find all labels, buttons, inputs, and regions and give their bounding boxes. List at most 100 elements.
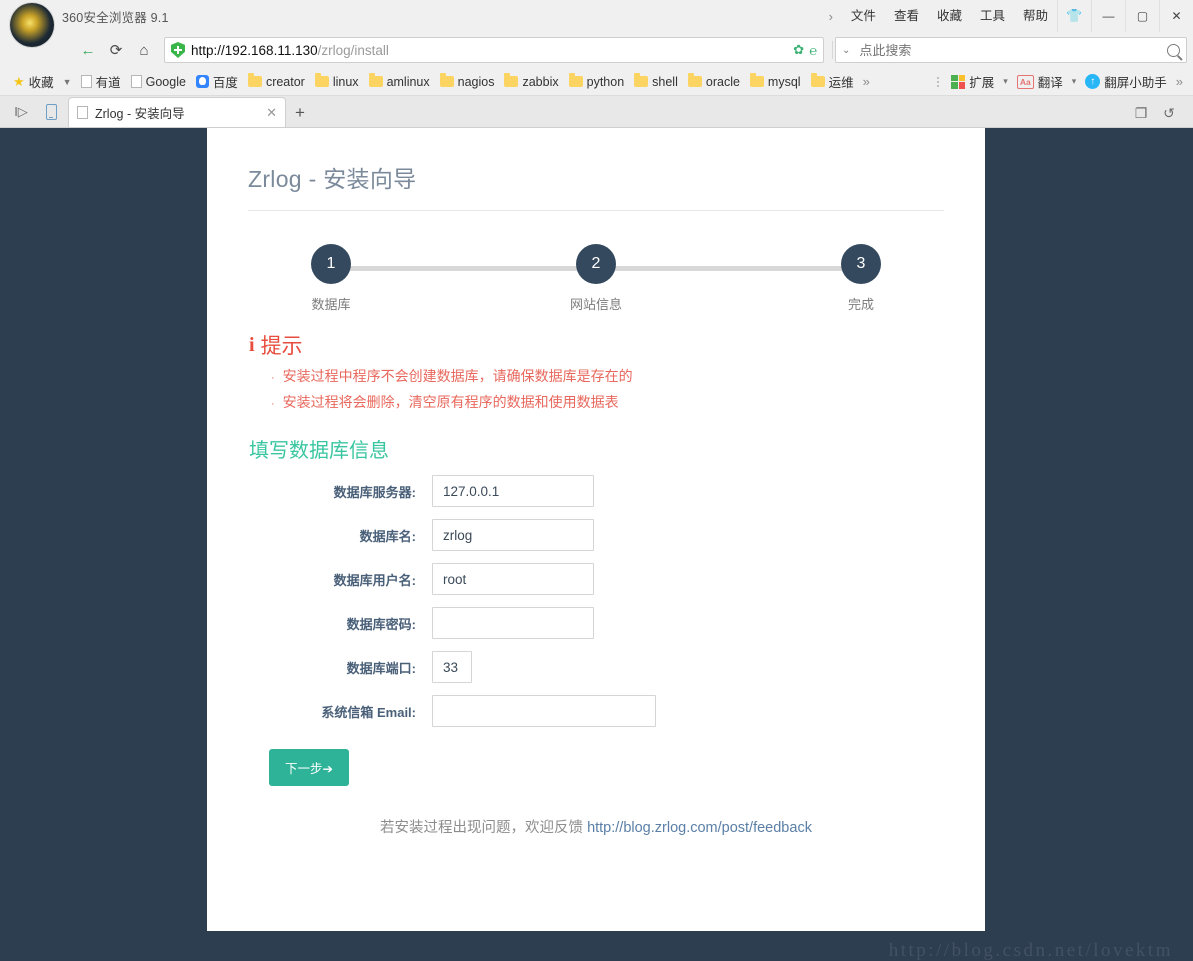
bookmark-folder-creator[interactable]: creator — [243, 73, 310, 91]
panel-toggle-icon[interactable]: I▷ — [6, 97, 36, 127]
compat-mode-icon[interactable]: ℮ — [809, 43, 817, 58]
step-label: 数据库 — [311, 297, 351, 312]
bookmark-folder-zabbix[interactable]: zabbix — [499, 73, 563, 91]
close-button[interactable]: ✕ — [1159, 0, 1193, 32]
extensions-icon — [951, 74, 966, 89]
extensions-label: 扩展 — [969, 76, 995, 90]
folder-icon — [368, 73, 383, 87]
folder-icon — [634, 73, 649, 87]
green-shield-icon — [171, 42, 185, 58]
step-1-database[interactable]: 1 数据库 — [259, 244, 403, 313]
star-icon: ★ — [13, 73, 25, 89]
install-wizard-panel: Zrlog - 安装向导 1 数据库 2 网站信息 3 完成 i 提示 · 安装… — [207, 128, 985, 931]
tip-item: · 安装过程中程序不会创建数据库，请确保数据库是存在的 — [271, 366, 955, 386]
tab-title: Zrlog - 安装向导 — [95, 107, 185, 121]
chevron-down-icon[interactable]: ⌄ — [842, 45, 857, 56]
address-bar[interactable]: http://192.168.11.130/zrlog/install ✿ ℮ — [164, 37, 824, 63]
chevron-down-icon[interactable]: ▾ — [999, 76, 1012, 87]
right-overflow-icon[interactable]: » — [1172, 74, 1187, 89]
back-arrow-icon[interactable]: ← — [74, 37, 102, 63]
bookmarks-right-group: 扩展 ▾ Aa 翻译 ▾ ↑ 翻屏小助手 » — [934, 70, 1187, 93]
db-port-input[interactable] — [432, 651, 472, 683]
feedback-link[interactable]: http://blog.zrlog.com/post/feedback — [587, 820, 812, 836]
wizard-stepper: 1 数据库 2 网站信息 3 完成 — [259, 244, 933, 313]
search-bar[interactable]: ⌄ — [835, 37, 1187, 63]
bookmark-item-youdao[interactable]: 有道 — [76, 70, 126, 93]
extensions-button[interactable]: 扩展 — [946, 70, 999, 93]
folder-icon — [749, 73, 764, 87]
bookmarks-bar: ★ 收藏 ▼ 有道 Google 百度 creator linux amlinu… — [0, 68, 1193, 96]
bookmark-folder-linux[interactable]: linux — [310, 73, 364, 91]
chevron-down-icon[interactable]: ▼ — [59, 77, 76, 87]
bookmark-folder-oracle[interactable]: oracle — [683, 73, 745, 91]
step-number: 1 — [311, 244, 351, 284]
next-step-button[interactable]: 下一步➔ — [269, 749, 349, 786]
step-number: 2 — [576, 244, 616, 284]
restore-window-icon[interactable]: ❐ — [1127, 99, 1155, 127]
url-host: http://192.168.11.130 — [191, 42, 318, 58]
bookmark-label: 收藏 — [28, 76, 54, 90]
bookmarks-overflow-icon[interactable]: » — [859, 74, 874, 89]
menu-view[interactable]: 查看 — [885, 0, 928, 32]
folder-icon — [504, 73, 519, 87]
undo-icon[interactable]: ↺ — [1155, 99, 1183, 127]
field-row-db-user: 数据库用户名: — [237, 563, 955, 595]
mobile-view-icon[interactable] — [36, 97, 66, 127]
menu-favorites[interactable]: 收藏 — [928, 0, 971, 32]
minimize-button[interactable]: — — [1091, 0, 1125, 32]
bookmark-favorites[interactable]: ★ 收藏 — [8, 70, 59, 93]
folder-icon — [687, 73, 702, 87]
bookmark-label: shell — [652, 74, 678, 89]
tab-zrlog-install[interactable]: Zrlog - 安装向导 ✕ — [68, 97, 286, 127]
db-username-input[interactable] — [432, 563, 594, 595]
system-email-input[interactable] — [432, 695, 656, 727]
bookmark-folder-yunwei[interactable]: 运维 — [806, 70, 859, 93]
bookmark-item-baidu[interactable]: 百度 — [191, 70, 243, 93]
step-number: 3 — [841, 244, 881, 284]
step-3-finish[interactable]: 3 完成 — [789, 244, 933, 313]
translate-icon: Aa — [1016, 74, 1034, 89]
maximize-button[interactable]: ▢ — [1125, 0, 1159, 32]
db-host-input[interactable] — [432, 475, 594, 507]
divider — [832, 41, 833, 59]
folder-icon — [439, 73, 454, 87]
tab-strip: I▷ Zrlog - 安装向导 ✕ + ❐ ↺ — [0, 96, 1193, 128]
bookmark-label: python — [586, 74, 625, 89]
step-2-site-info[interactable]: 2 网站信息 — [524, 244, 668, 313]
chevron-right-icon[interactable]: › — [820, 9, 842, 24]
search-input[interactable] — [857, 41, 1167, 59]
theme-shirt-icon[interactable]: 👕 — [1057, 0, 1091, 32]
page-refresh-icon[interactable]: ✿ — [793, 42, 804, 58]
tips-section: i 提示 · 安装过程中程序不会创建数据库，请确保数据库是存在的 · 安装过程将… — [249, 330, 955, 412]
drag-handle-icon[interactable] — [934, 76, 946, 87]
bookmark-label: amlinux — [386, 74, 430, 89]
tip-item: · 安装过程将会删除，清空原有程序的数据和使用数据表 — [271, 392, 955, 412]
bookmark-folder-shell[interactable]: shell — [629, 73, 683, 91]
page-icon — [77, 106, 88, 119]
db-name-input[interactable] — [432, 519, 594, 551]
bookmark-label: nagios — [457, 74, 495, 89]
bookmark-folder-nagios[interactable]: nagios — [435, 73, 500, 91]
bookmark-folder-amlinux[interactable]: amlinux — [364, 73, 435, 91]
menu-file[interactable]: 文件 — [842, 0, 885, 32]
reload-icon[interactable]: ⟳ — [102, 37, 130, 63]
scroll-helper-button[interactable]: ↑ 翻屏小助手 — [1080, 70, 1172, 93]
bookmark-folder-python[interactable]: python — [564, 73, 630, 91]
bookmark-item-google[interactable]: Google — [126, 73, 191, 91]
chevron-down-icon[interactable]: ▾ — [1068, 76, 1081, 87]
menu-help[interactable]: 帮助 — [1014, 0, 1057, 32]
menu-tools[interactable]: 工具 — [971, 0, 1014, 32]
bookmark-label: Google — [145, 74, 186, 89]
translate-label: 翻译 — [1037, 76, 1063, 90]
bookmark-label: oracle — [705, 74, 740, 89]
bookmark-folder-mysql[interactable]: mysql — [745, 73, 806, 91]
close-icon[interactable]: ✕ — [266, 105, 277, 121]
db-password-input[interactable] — [432, 607, 594, 639]
magnifier-icon[interactable] — [1167, 43, 1180, 57]
bookmark-label: 有道 — [95, 76, 121, 90]
home-icon[interactable]: ⌂ — [130, 37, 158, 63]
translate-button[interactable]: Aa 翻译 — [1012, 70, 1068, 93]
bookmark-label: 百度 — [212, 76, 238, 90]
new-tab-button[interactable]: + — [286, 99, 314, 127]
baidu-icon — [195, 75, 209, 88]
